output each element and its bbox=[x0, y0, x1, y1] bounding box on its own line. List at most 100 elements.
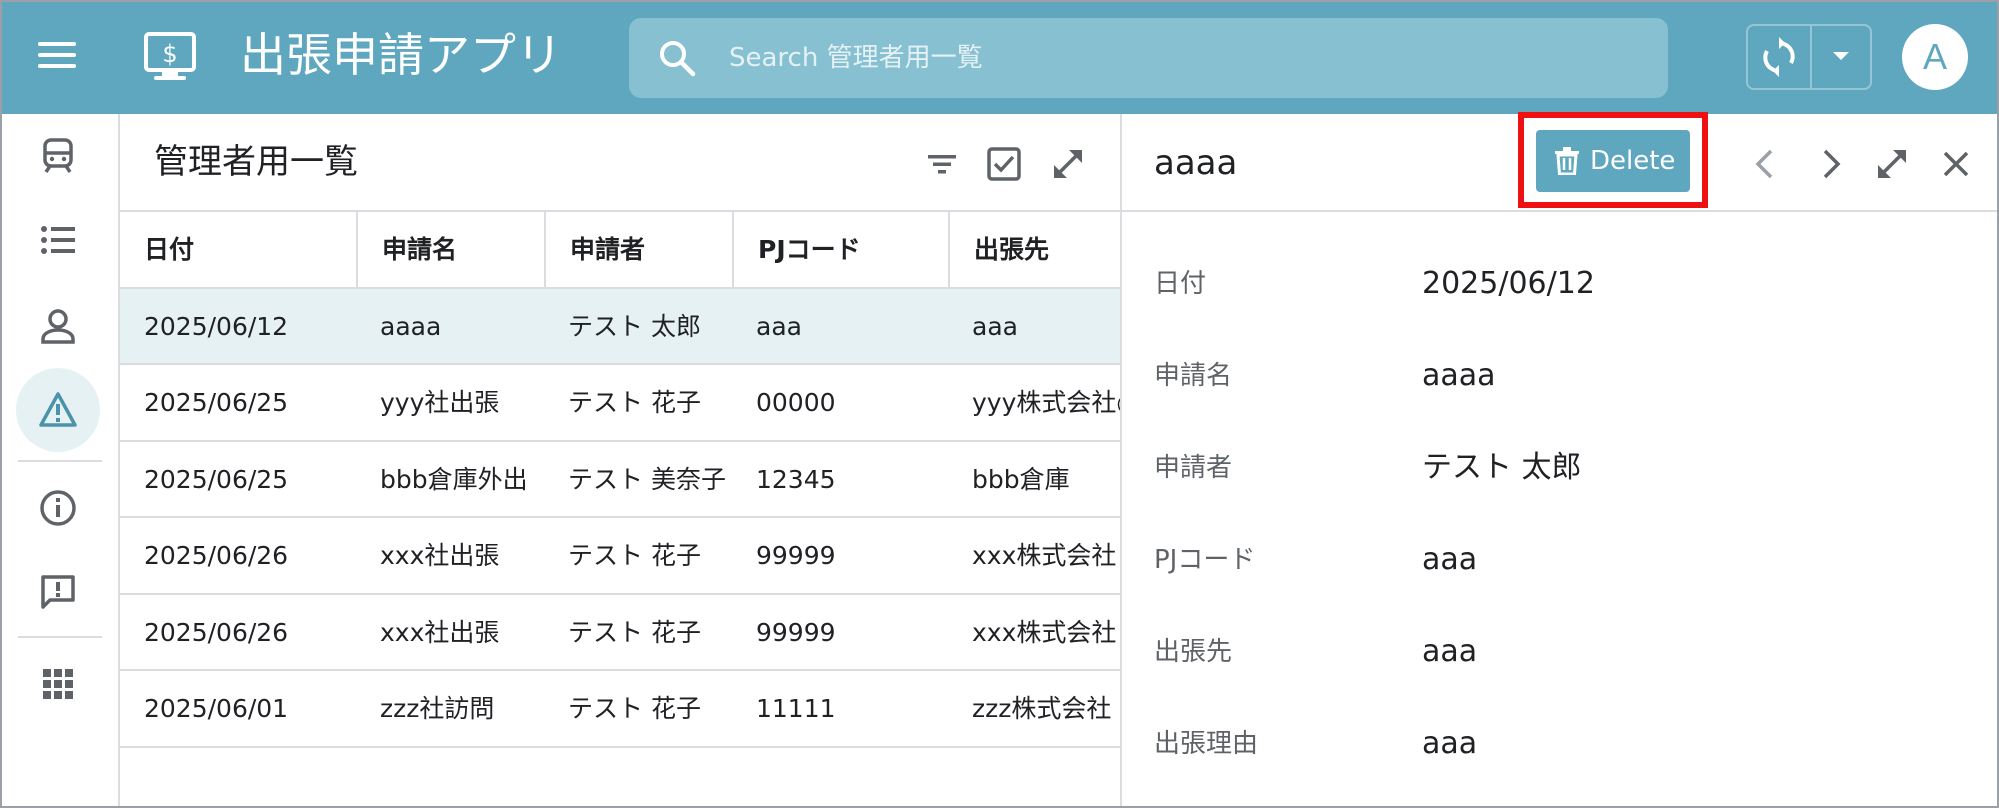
cell-date: 2025/06/01 bbox=[144, 694, 289, 723]
expand-icon bbox=[1054, 150, 1082, 178]
field-label: 出張先 bbox=[1154, 637, 1233, 667]
detail-field-destination: 出張先 aaa bbox=[1154, 622, 1974, 682]
select-mode-button[interactable] bbox=[982, 142, 1026, 186]
rail-item-apps[interactable] bbox=[16, 642, 100, 726]
field-label: PJコード bbox=[1154, 545, 1256, 575]
cell-date: 2025/06/26 bbox=[144, 617, 289, 647]
cell-date: 2025/06/25 bbox=[144, 464, 289, 494]
field-value: 2025/06/12 bbox=[1422, 266, 1595, 301]
cell-destination: xxx株式会社 bbox=[972, 617, 1117, 647]
menu-icon[interactable] bbox=[38, 40, 76, 70]
table-header-row: 日付 申請名 申請者 PJコード 出張先 bbox=[120, 212, 1120, 289]
list-icon bbox=[41, 226, 75, 254]
cell-pj-code: 11111 bbox=[756, 694, 836, 723]
sync-options-dropdown[interactable] bbox=[1812, 26, 1870, 88]
filter-button[interactable] bbox=[920, 142, 964, 186]
app-title: 出張申請アプリ bbox=[240, 28, 562, 82]
field-label: 申請名 bbox=[1154, 361, 1233, 391]
field-label: 出張理由 bbox=[1154, 729, 1259, 759]
cell-date: 2025/06/25 bbox=[144, 388, 289, 417]
cell-date: 2025/06/26 bbox=[144, 541, 289, 570]
table-row[interactable]: 2025/06/25 bbb倉庫外出 テスト 美奈子 12345 bbb倉庫 bbox=[120, 442, 1120, 518]
field-label: 日付 bbox=[1154, 269, 1207, 299]
rail-divider bbox=[18, 460, 102, 462]
column-header-date[interactable]: 日付 bbox=[120, 212, 356, 287]
cell-applicant: テスト 太郎 bbox=[568, 311, 701, 341]
cell-applicant: テスト 美奈子 bbox=[568, 464, 726, 494]
table-row[interactable]: 2025/06/26 xxx社出張 テスト 花子 99999 xxx株式会社 bbox=[120, 518, 1120, 595]
svg-text:$: $ bbox=[162, 40, 177, 68]
top-app-bar: $ 出張申請アプリ Search 管理者用一覧 A bbox=[2, 2, 1997, 114]
expand-detail-button[interactable] bbox=[1870, 142, 1914, 186]
detail-field-pj-code: PJコード aaa bbox=[1154, 530, 1974, 590]
cell-pj-code: 00000 bbox=[756, 388, 836, 417]
column-header-name[interactable]: 申請名 bbox=[356, 212, 544, 287]
table-row[interactable]: 2025/06/25 yyy社出張 テスト 花子 00000 yyy株式会社○ bbox=[120, 365, 1120, 442]
detail-header: aaaa Delete bbox=[1122, 112, 1997, 212]
search-bar[interactable] bbox=[629, 18, 1668, 98]
field-value: aaa bbox=[1422, 542, 1478, 577]
field-label: 申請者 bbox=[1154, 453, 1233, 483]
delete-button[interactable]: Delete bbox=[1536, 130, 1690, 192]
app-window: $ 出張申請アプリ Search 管理者用一覧 A 管理者用一覧 日付 申請名 … bbox=[0, 0, 1999, 808]
cell-name: xxx社出張 bbox=[380, 617, 500, 647]
app-monitor-dollar-icon: $ bbox=[142, 30, 198, 86]
expand-icon bbox=[1878, 150, 1906, 178]
cell-pj-code: 99999 bbox=[756, 541, 836, 570]
navigation-rail bbox=[2, 114, 120, 806]
cell-pj-code: 12345 bbox=[756, 464, 836, 494]
table-row[interactable]: 2025/06/12 aaaa テスト 太郎 aaa aaa bbox=[120, 288, 1120, 365]
column-header-destination[interactable]: 出張先 bbox=[948, 212, 1120, 287]
feedback-icon bbox=[41, 575, 75, 609]
sync-button-group bbox=[1746, 24, 1872, 90]
sync-button[interactable] bbox=[1748, 26, 1810, 88]
cell-applicant: テスト 花子 bbox=[568, 541, 701, 570]
column-header-applicant[interactable]: 申請者 bbox=[544, 212, 732, 287]
list-header: 管理者用一覧 bbox=[120, 114, 1120, 212]
detail-panel: aaaa Delete 日付 2025/06/12 申請名 aaaa 申請者 テ… bbox=[1122, 112, 1997, 806]
next-record-button[interactable] bbox=[1808, 142, 1852, 186]
cell-name: xxx社出張 bbox=[380, 541, 500, 570]
rail-item-person[interactable] bbox=[16, 284, 100, 368]
avatar[interactable]: A bbox=[1902, 24, 1968, 90]
rail-item-train[interactable] bbox=[16, 114, 100, 198]
previous-record-button[interactable] bbox=[1744, 142, 1788, 186]
field-value: テスト 太郎 bbox=[1422, 450, 1582, 485]
detail-field-name: 申請名 aaaa bbox=[1154, 346, 1974, 406]
table-row[interactable]: 2025/06/01 zzz社訪問 テスト 花子 11111 zzz株式会社 bbox=[120, 671, 1120, 748]
detail-title: aaaa bbox=[1154, 143, 1238, 183]
cell-name: zzz社訪問 bbox=[380, 694, 495, 723]
cell-name: bbb倉庫外出 bbox=[380, 464, 528, 494]
cell-destination: bbb倉庫 bbox=[972, 464, 1070, 494]
cell-pj-code: aaa bbox=[756, 311, 802, 341]
cell-destination: zzz株式会社 bbox=[972, 694, 1112, 723]
field-value: aaaa bbox=[1422, 358, 1496, 393]
train-icon bbox=[43, 138, 73, 173]
cell-name: yyy社出張 bbox=[380, 388, 500, 417]
cell-applicant: テスト 花子 bbox=[568, 694, 701, 723]
cell-destination: aaa bbox=[972, 311, 1018, 341]
person-icon bbox=[41, 309, 75, 344]
expand-list-button[interactable] bbox=[1046, 142, 1090, 186]
close-detail-button[interactable] bbox=[1934, 142, 1978, 186]
search-input[interactable] bbox=[729, 36, 1629, 80]
detail-field-date: 日付 2025/06/12 bbox=[1154, 254, 1974, 314]
rail-item-feedback[interactable] bbox=[16, 550, 100, 634]
caret-down-icon bbox=[1833, 52, 1849, 60]
cell-destination: xxx株式会社 bbox=[972, 541, 1117, 570]
list-table: 日付 申請名 申請者 PJコード 出張先 2025/06/12 aaaa テスト… bbox=[120, 212, 1120, 748]
chevron-right-icon bbox=[1823, 149, 1841, 179]
column-header-pj-code[interactable]: PJコード bbox=[732, 212, 948, 287]
info-icon bbox=[40, 490, 76, 526]
cell-applicant: テスト 花子 bbox=[568, 617, 701, 647]
checkbox-icon bbox=[987, 147, 1021, 181]
cell-date: 2025/06/12 bbox=[144, 311, 289, 341]
table-row[interactable]: 2025/06/26 xxx社出張 テスト 花子 99999 xxx株式会社 bbox=[120, 595, 1120, 671]
rail-item-warning[interactable] bbox=[16, 368, 100, 452]
apps-grid-icon bbox=[43, 669, 73, 699]
field-value: aaa bbox=[1422, 726, 1478, 761]
rail-item-list[interactable] bbox=[16, 198, 100, 282]
rail-item-info[interactable] bbox=[16, 466, 100, 550]
detail-field-reason: 出張理由 aaa bbox=[1154, 714, 1974, 774]
cell-pj-code: 99999 bbox=[756, 617, 836, 647]
